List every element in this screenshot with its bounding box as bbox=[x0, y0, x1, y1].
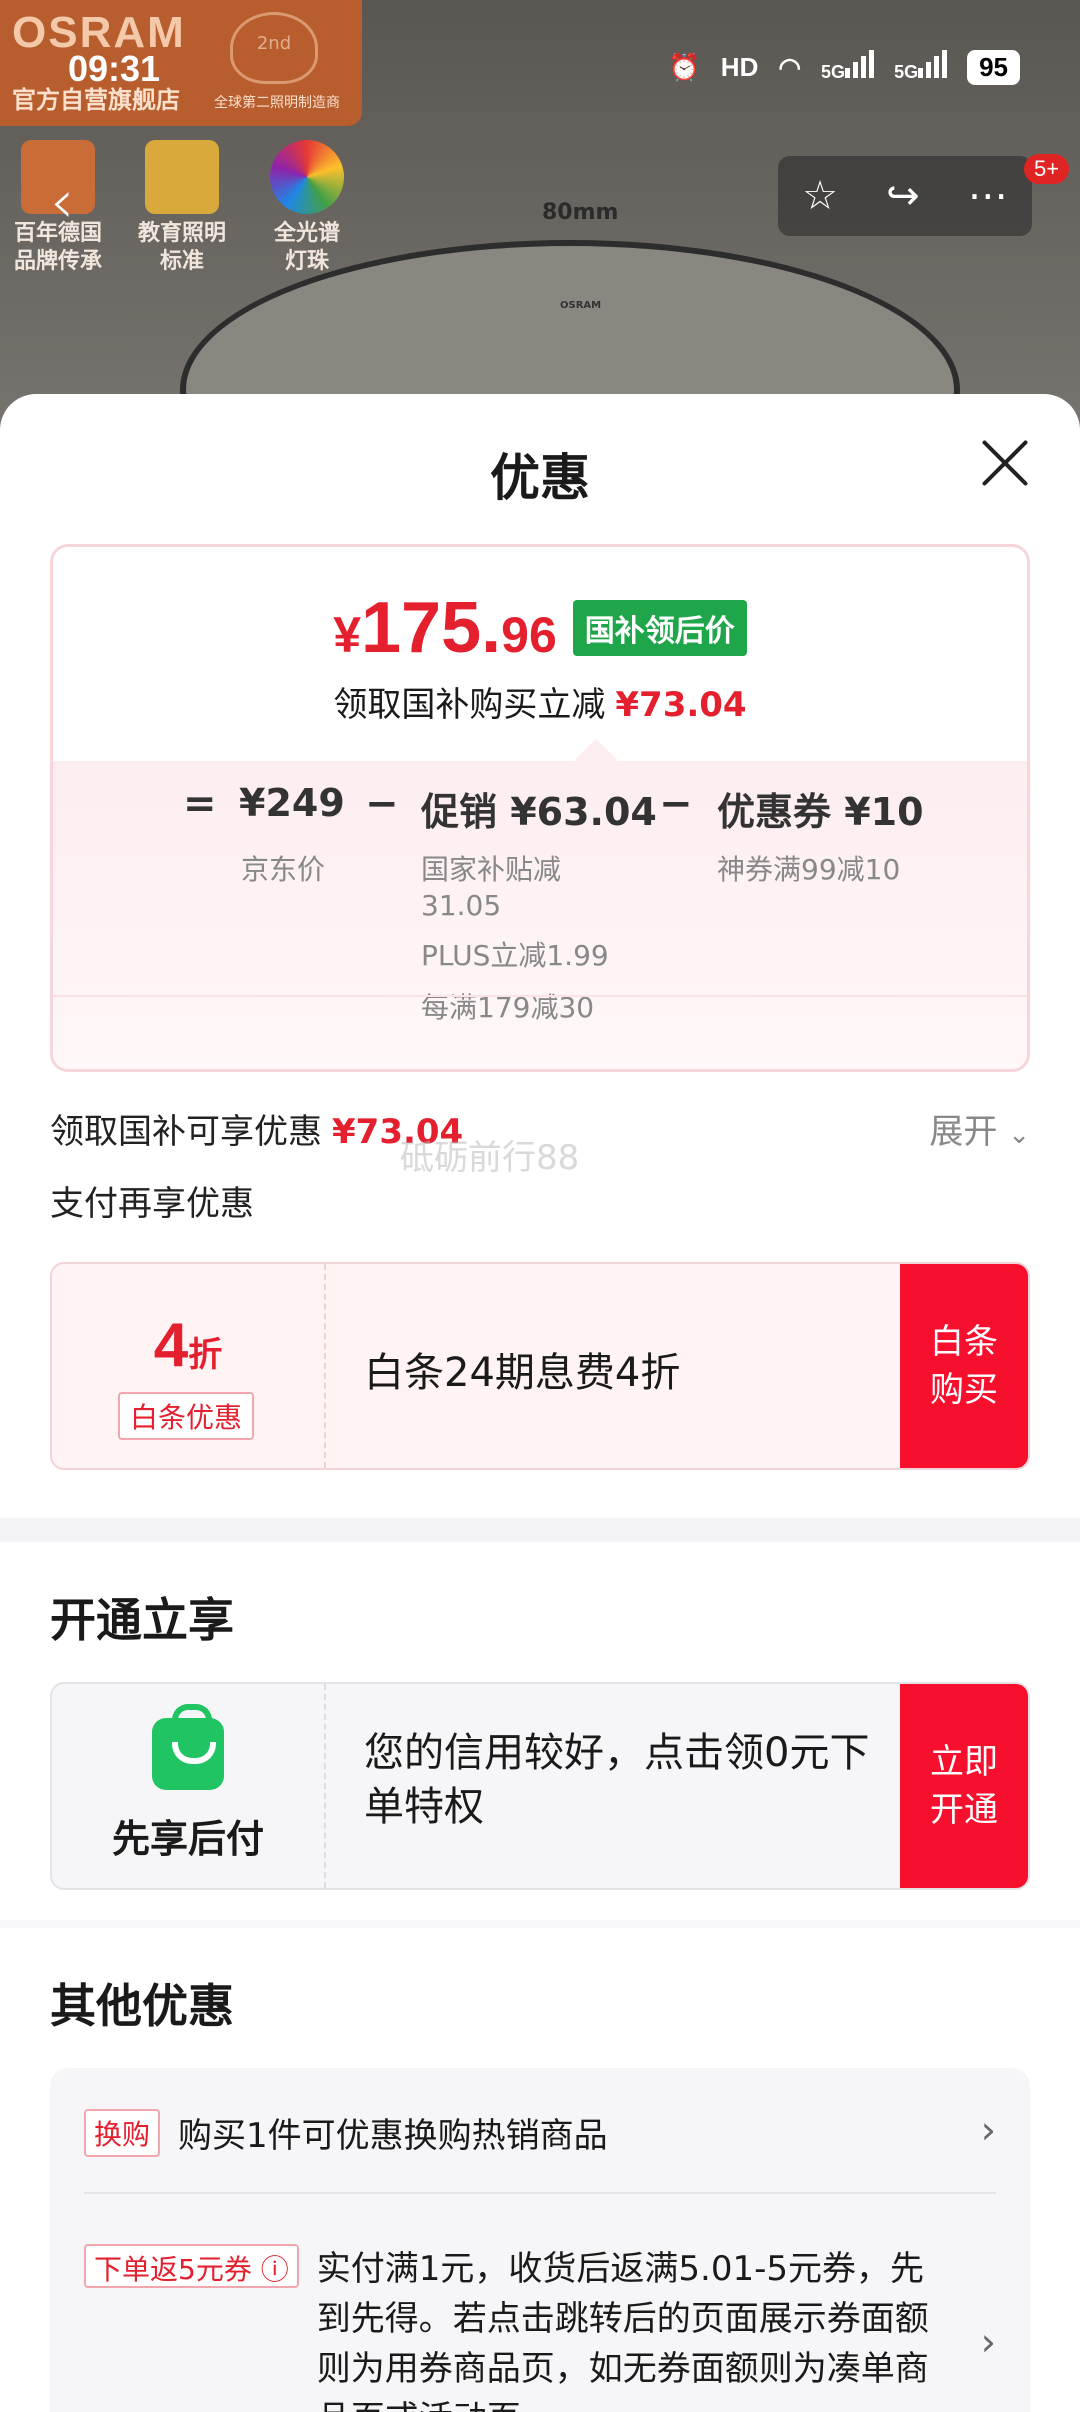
promo-detail-1b: 31.05 bbox=[421, 889, 502, 922]
baitiao-buy-button[interactable]: 白条购买 bbox=[900, 1264, 1028, 1468]
other-section-title: 其他优惠 bbox=[50, 1979, 234, 2033]
star-icon[interactable]: ☆ bbox=[802, 173, 838, 219]
chevron-right-icon-2[interactable]: › bbox=[981, 2320, 996, 2364]
jd-price-label: 京东价 bbox=[241, 853, 326, 886]
minus-sign-1: − bbox=[365, 781, 399, 827]
alarm-icon: ⏰ bbox=[668, 52, 701, 82]
coupon-detail: 神券满99减10 bbox=[717, 853, 901, 886]
baitiao-offer-card[interactable]: 4折 白条优惠 白条24期息费4折 白条购买 bbox=[50, 1262, 1030, 1470]
open-section-title: 开通立享 bbox=[50, 1593, 234, 1647]
info-icon: ⓘ bbox=[260, 2253, 289, 2286]
price-breakdown: = ¥249 京东价 − 促销 ¥63.04 国家补贴减 31.05 PLUS立… bbox=[53, 738, 1027, 1069]
signal-icon-1: 5G bbox=[821, 50, 875, 85]
signal-icon-2: 5G bbox=[894, 50, 948, 85]
baitiao-chip: 白条优惠 bbox=[118, 1392, 255, 1440]
award-subtitle: 全球第二照明制造商 bbox=[214, 95, 340, 111]
price-summary-card: ¥175.96 国补领后价 领取国补购买立减 ¥73.04 = ¥249 京东价 … bbox=[50, 544, 1030, 1072]
top-action-bar: ☆ ↪ ⋯ bbox=[778, 156, 1032, 236]
expand-button[interactable]: 展开 ⌄ bbox=[929, 1104, 1030, 1153]
feature-full-spectrum: 全光谱 灯珠 bbox=[270, 140, 344, 276]
baitiao-description: 白条24期息费4折 bbox=[364, 1350, 681, 1396]
minus-sign-2: − bbox=[659, 781, 693, 827]
baitiao-discount: 4折 bbox=[153, 1311, 223, 1380]
watermark-text: 砥砺前行88 bbox=[400, 1138, 580, 1178]
back-arrow-icon[interactable]: ‹ bbox=[50, 172, 74, 232]
store-brand-banner: OSRAM 官方自营旗舰店 2nd 全球第二照明制造商 bbox=[0, 0, 362, 126]
credit-description: 您的信用较好，点击领0元下单特权 bbox=[364, 1730, 870, 1830]
chevron-right-icon[interactable]: › bbox=[981, 2108, 996, 2152]
feature-education-light: 教育照明 标准 bbox=[138, 140, 226, 276]
education-light-icon bbox=[145, 140, 219, 214]
award-badge: 2nd bbox=[230, 12, 318, 84]
equals-sign: = bbox=[183, 781, 217, 827]
sheet-title: 优惠 bbox=[490, 449, 590, 507]
other-offers-list: 换购 购买1件可优惠换购热销商品 › 下单返5元券 ⓘ 实付满1元，收货后返满5… bbox=[50, 2068, 1030, 2412]
section-divider bbox=[0, 1518, 1080, 1542]
product-image-area[interactable]: 80mm OSRAM OSRAM 官方自营旗舰店 2nd 全球第二照明制造商 0… bbox=[0, 0, 1080, 430]
wifi-icon: ◠ bbox=[778, 52, 802, 82]
discount-sheet: 优惠 ¥175.96 国补领后价 领取国补购买立减 ¥73.04 = ¥249 京… bbox=[0, 394, 1080, 2412]
more-icon[interactable]: ⋯ bbox=[968, 173, 1008, 219]
battery-indicator: 95 bbox=[967, 50, 1020, 85]
coupon-amount: 优惠券 ¥10 bbox=[717, 790, 924, 834]
cashback-text: 实付满1元，收货后返满5.01-5元券，先到先得。若点击跳转后的页面展示券面额则… bbox=[316, 2249, 929, 2412]
full-spectrum-icon bbox=[270, 140, 344, 214]
subsidy-price-tag: 国补领后价 bbox=[572, 600, 747, 656]
cashback-chip: 下单返5元券 ⓘ bbox=[84, 2244, 299, 2288]
hd-icon: HD bbox=[720, 52, 759, 82]
list-item-exchange[interactable]: 换购 购买1件可优惠换购热销商品 bbox=[84, 2108, 608, 2157]
status-time: 09:31 bbox=[68, 48, 161, 89]
reduce-line: 领取国补购买立减 ¥73.04 bbox=[333, 685, 747, 725]
list-item-cashback-coupon[interactable]: 下单返5元券 ⓘ 实付满1元，收货后返满5.01-5元券，先到先得。若点击跳转后… bbox=[84, 2244, 937, 2412]
exchange-text: 购买1件可优惠换购热销商品 bbox=[178, 2116, 608, 2156]
share-icon[interactable]: ↪ bbox=[886, 173, 920, 219]
lamp-dimension-label: 80mm bbox=[542, 200, 619, 225]
status-bar-icons: ⏰ HD ◠ 5G 5G 95 bbox=[668, 50, 1020, 85]
close-icon[interactable] bbox=[980, 438, 1030, 488]
pay-section-label: 支付再享优惠 bbox=[50, 1184, 254, 1224]
activate-now-button[interactable]: 立即开通 bbox=[900, 1684, 1028, 1888]
final-price: ¥175.96 bbox=[333, 588, 557, 668]
shopping-bag-icon bbox=[152, 1704, 224, 1790]
message-badge: 5+ bbox=[1024, 154, 1070, 184]
section-divider-2 bbox=[0, 1920, 1080, 1928]
promo-detail-2: PLUS立减1.99 bbox=[421, 939, 609, 972]
credit-label: 先享后付 bbox=[111, 1817, 264, 1861]
reduce-amount: ¥73.04 bbox=[615, 685, 747, 725]
chevron-down-icon: ⌄ bbox=[1008, 1120, 1030, 1150]
promo-detail-1: 国家补贴减 bbox=[421, 853, 562, 886]
lamp-brand-label: OSRAM bbox=[560, 300, 602, 311]
exchange-chip: 换购 bbox=[84, 2108, 161, 2157]
promo-amount: 促销 ¥63.04 bbox=[421, 790, 657, 834]
jd-price: ¥249 bbox=[239, 781, 345, 825]
credit-offer-card[interactable]: 先享后付 您的信用较好，点击领0元下单特权 立即开通 bbox=[50, 1682, 1030, 1890]
